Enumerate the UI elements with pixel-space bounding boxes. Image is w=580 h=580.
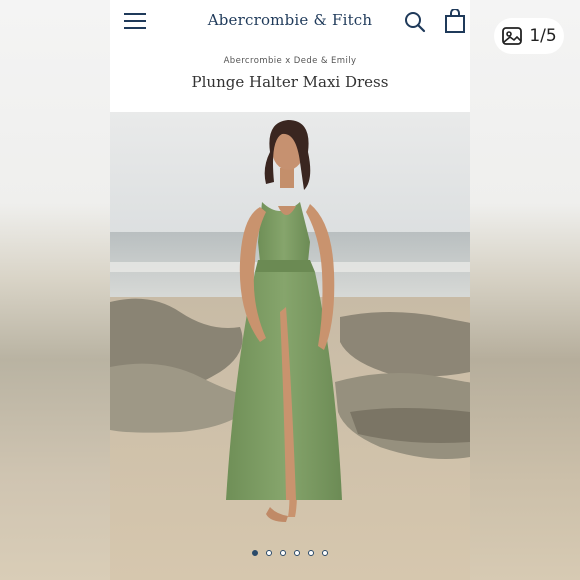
beach-photo	[110, 112, 470, 580]
image-gallery-icon	[502, 27, 523, 45]
product-title: Plunge Halter Maxi Dress	[191, 73, 389, 91]
blurred-backdrop-right	[470, 0, 580, 580]
blurred-backdrop-left	[0, 0, 110, 580]
image-counter-badge: 1/5	[494, 18, 564, 54]
image-counter-text: 1/5	[529, 26, 557, 46]
site-header: Abercrombie & Fitch	[110, 0, 470, 44]
carousel-dot[interactable]	[322, 550, 328, 556]
product-page-panel: Abercrombie & Fitch Abercrombie x Dede &…	[110, 0, 470, 580]
collaboration-label: Abercrombie x Dede & Emily	[223, 56, 357, 66]
shopping-bag-icon[interactable]	[444, 9, 466, 33]
carousel-dot[interactable]	[280, 550, 286, 556]
search-icon[interactable]	[404, 11, 426, 33]
carousel-dot[interactable]	[252, 550, 258, 556]
product-hero-image[interactable]	[110, 112, 470, 580]
carousel-dot[interactable]	[308, 550, 314, 556]
carousel-dots	[110, 550, 470, 556]
carousel-dot[interactable]	[266, 550, 272, 556]
carousel-dot[interactable]	[294, 550, 300, 556]
